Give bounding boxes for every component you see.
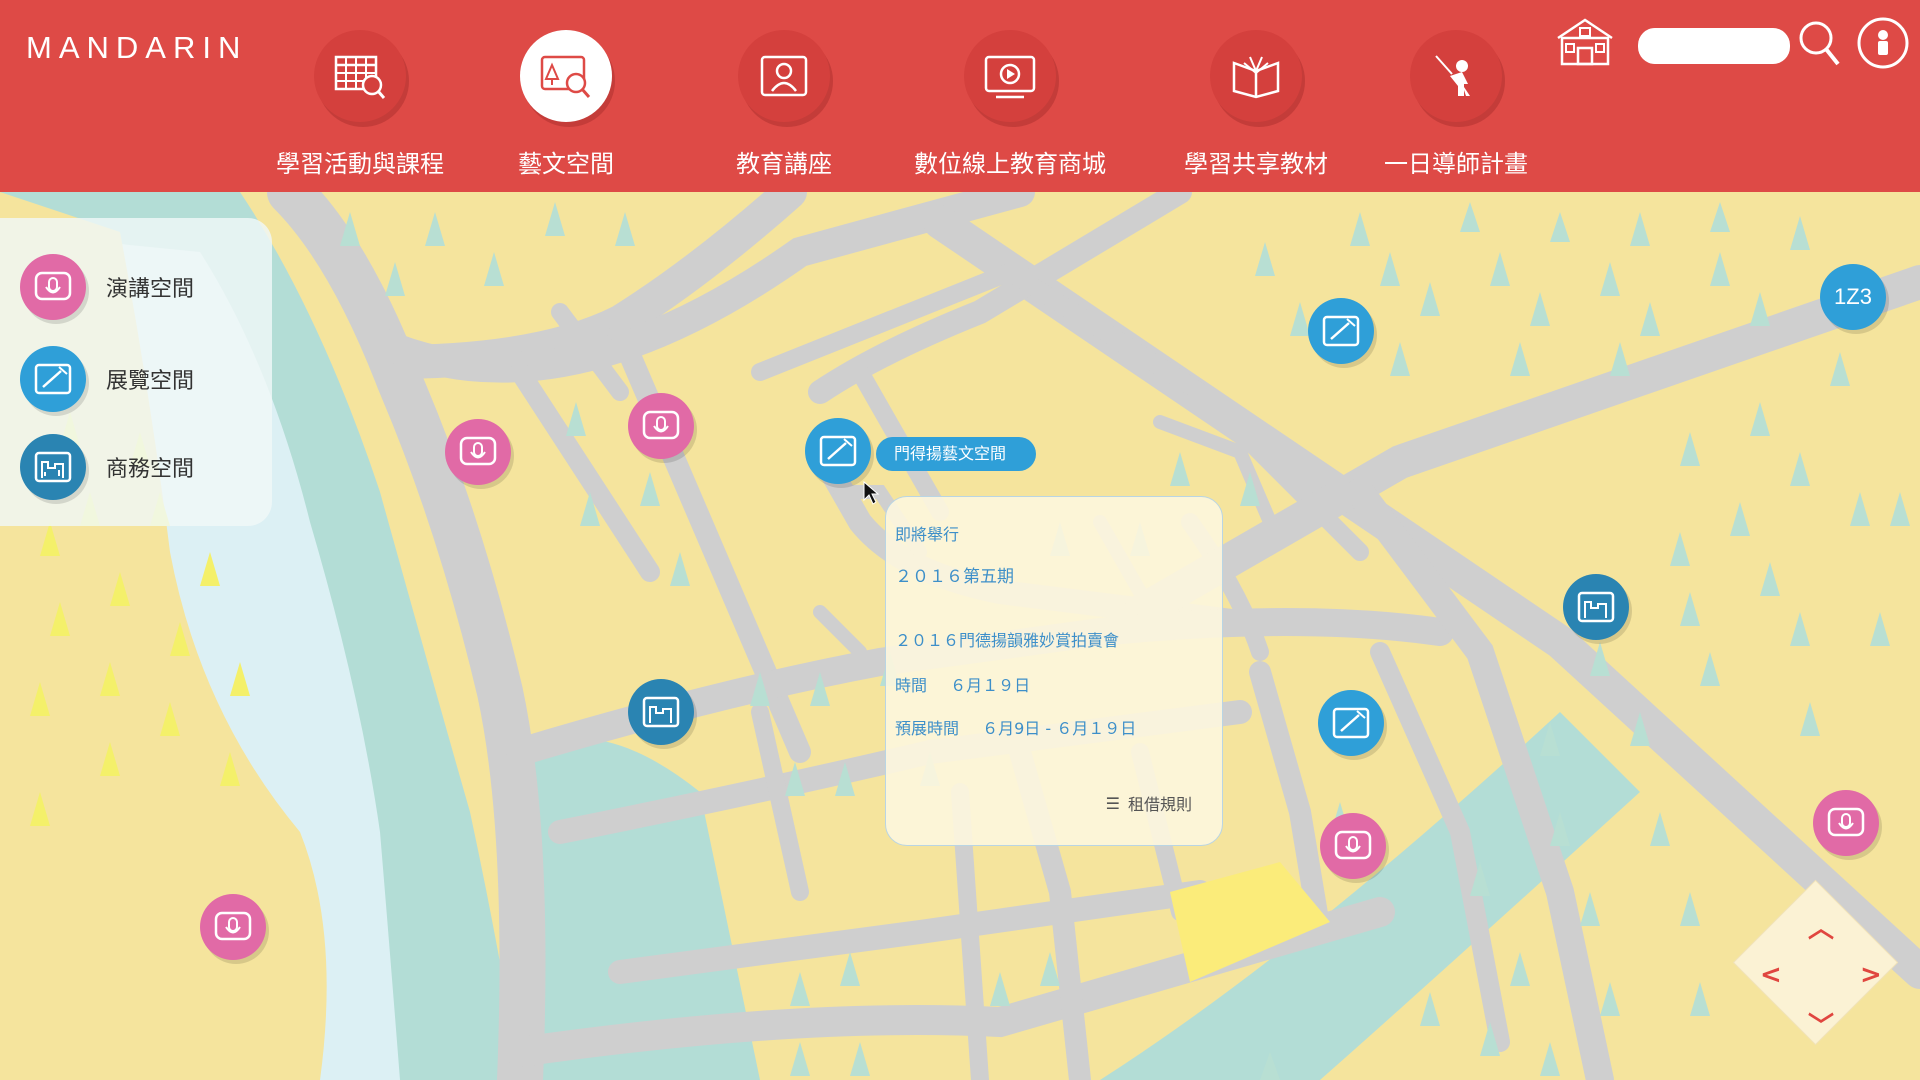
legend-label: 商務空間	[106, 457, 195, 482]
legend-item-exhibition-space[interactable]: 展覽空間	[20, 346, 194, 412]
preview-row: 預展時間 ６月9日 - ６月１９日	[895, 715, 1136, 739]
legend-label: 展覽空間	[106, 369, 195, 394]
preview-value: ６月9日 - ６月１９日	[982, 719, 1137, 738]
microphone-icon	[34, 271, 72, 301]
nav-label: 教育講座	[736, 150, 832, 178]
pan-left-icon[interactable]: <	[1760, 960, 1782, 990]
legend-pin	[20, 254, 86, 320]
search-icon[interactable]	[1796, 18, 1842, 68]
time-label: 時間	[895, 676, 928, 695]
nav-circle[interactable]	[314, 30, 406, 122]
nav-label: 學習共享教材	[1184, 150, 1328, 178]
list-icon: ☰	[1105, 793, 1120, 813]
office-icon	[642, 696, 680, 728]
nav-circle-active[interactable]	[520, 30, 612, 122]
legend-pin	[20, 346, 86, 412]
legend-pin	[20, 434, 86, 500]
lecture-icon	[760, 55, 808, 97]
search-input[interactable]	[1638, 28, 1790, 64]
user-icon[interactable]	[1856, 16, 1910, 70]
easel-icon	[1322, 315, 1360, 347]
legend-panel: 演講空間 展覽空間 商務空間	[0, 218, 272, 526]
session-label: ２０１６第五期	[895, 567, 1014, 587]
event-title: ２０１６門德揚韻雅妙賞拍賣會	[895, 631, 1120, 650]
nav-label: 藝文空間	[518, 150, 614, 178]
office-icon	[34, 451, 72, 483]
map-pin-exhibition[interactable]	[1308, 298, 1374, 364]
mentor-icon	[1435, 55, 1470, 96]
nav-label: 一日導師計畫	[1384, 150, 1528, 178]
easel-icon	[1332, 707, 1370, 739]
rental-rules-link[interactable]: ☰ 租借規則	[1106, 791, 1192, 815]
nav-circle[interactable]	[1210, 30, 1302, 122]
map-pin-lecture[interactable]	[200, 894, 266, 960]
calendar-search-icon	[334, 55, 386, 99]
selected-space-tag[interactable]: 門得揚藝文空間	[876, 437, 1037, 471]
zoom-badge[interactable]: 1Z3	[1820, 264, 1886, 330]
time-value: ６月１９日	[950, 676, 1031, 695]
home-icon[interactable]	[1552, 16, 1618, 68]
nav-label: 數位線上教育商城	[914, 150, 1106, 178]
pan-right-icon[interactable]: >	[1860, 960, 1882, 990]
upcoming-label: 即將舉行	[895, 525, 960, 544]
easel-icon	[819, 435, 857, 467]
legend-item-business-space[interactable]: 商務空間	[20, 434, 194, 500]
preview-label: 預展時間	[895, 719, 960, 738]
nav-circle[interactable]	[1410, 30, 1502, 122]
nav-arts-space[interactable]: 藝文空間	[456, 30, 676, 179]
pan-down-icon[interactable]: ﹀	[1808, 1006, 1834, 1043]
map-pin-lecture[interactable]	[628, 393, 694, 459]
zoom-badge-label: 1Z3	[1834, 284, 1872, 309]
space-info-popup: 即將舉行 ２０１６第五期 ２０１６門德揚韻雅妙賞拍賣會 時間 ６月１９日 預展時…	[885, 496, 1223, 846]
video-play-icon	[984, 55, 1036, 99]
map-pin-lecture[interactable]	[1320, 813, 1386, 879]
legend-item-lecture-space[interactable]: 演講空間	[20, 254, 194, 320]
book-icon	[1232, 56, 1280, 99]
gallery-search-icon	[540, 55, 591, 98]
map-pin-lecture[interactable]	[1813, 790, 1879, 856]
map-pin-business[interactable]	[628, 679, 694, 745]
office-icon	[1577, 591, 1615, 623]
nav-learning-activities[interactable]: 學習活動與課程	[250, 30, 470, 179]
nav-digital-store[interactable]: 數位線上教育商城	[900, 30, 1120, 179]
microphone-icon	[1334, 830, 1372, 860]
time-row: 時間 ６月１９日	[895, 672, 1030, 696]
rental-rules-label: 租借規則	[1127, 795, 1192, 814]
nav-label: 學習活動與課程	[276, 150, 444, 178]
nav-circle[interactable]	[964, 30, 1056, 122]
top-nav-bar: MANDARIN 學習活動與課程 藝文空間 教育講座 數位線上教育商城 學習共享…	[0, 0, 1920, 192]
map-pin-exhibition-selected[interactable]	[805, 418, 871, 484]
map-pin-exhibition[interactable]	[1318, 690, 1384, 756]
microphone-icon	[642, 410, 680, 440]
cursor-icon	[863, 480, 880, 505]
microphone-icon	[459, 436, 497, 466]
map-pin-business[interactable]	[1563, 574, 1629, 640]
microphone-icon	[214, 911, 252, 941]
easel-icon	[34, 363, 72, 395]
pan-up-icon[interactable]: ︿	[1808, 908, 1834, 945]
map-pin-lecture[interactable]	[445, 419, 511, 485]
app-logo[interactable]: MANDARIN	[26, 30, 247, 66]
legend-label: 演講空間	[106, 277, 195, 302]
microphone-icon	[1827, 807, 1865, 837]
nav-circle[interactable]	[738, 30, 830, 122]
nav-mentor-program[interactable]: 一日導師計畫	[1346, 30, 1566, 179]
nav-education-lecture[interactable]: 教育講座	[674, 30, 894, 179]
nav-shared-materials[interactable]: 學習共享教材	[1146, 30, 1366, 179]
